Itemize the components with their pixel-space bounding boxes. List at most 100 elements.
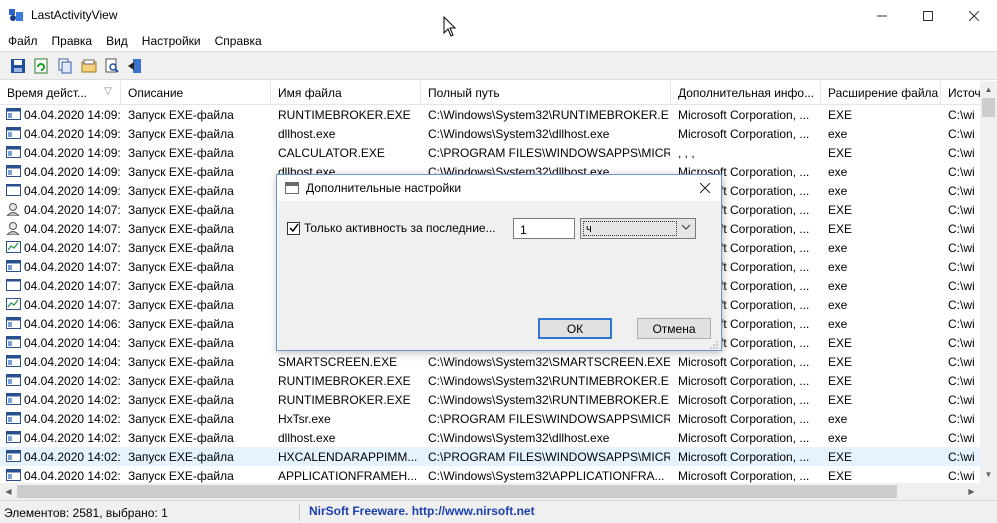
column-header-label: Полный путь (428, 86, 500, 100)
ok-button[interactable]: ОК (538, 318, 612, 339)
nirsoft-link[interactable]: NirSoft Freeware. http://www.nirsoft.net (309, 504, 535, 518)
column-header-source[interactable]: Источ (941, 81, 980, 105)
column-header-extension[interactable]: Расширение файла (821, 81, 941, 105)
cancel-button[interactable]: Отмена (637, 318, 711, 339)
minimize-button[interactable] (859, 0, 905, 31)
cell-src: C:\wi (948, 260, 975, 274)
menu-file[interactable]: Файл (0, 31, 45, 51)
cell-desc: Запуск EXE-файла (128, 241, 234, 255)
cell-time: 04.04.2020 14:06:... (24, 317, 120, 331)
window-icon (6, 127, 21, 139)
menu-help[interactable]: Справка (208, 31, 269, 51)
cell-src: C:\wi (948, 165, 975, 179)
column-header-description[interactable]: Описание (121, 81, 271, 105)
cell-path: C:\PROGRAM FILES\WINDOWSAPPS\MICR... (428, 412, 670, 426)
cell-file: HXCALENDARAPPIMM... (278, 450, 418, 464)
cell-desc: Запуск EXE-файла (128, 146, 234, 160)
table-row[interactable]: 04.04.2020 14:09:... Запуск EXE-файла CALC… (0, 143, 980, 162)
column-header-extra-info[interactable]: Дополнительная инфо... (671, 81, 821, 105)
cell-ext: EXE (828, 146, 853, 160)
table-row[interactable]: 04.04.2020 14:04:... Запуск EXE-файла SMAR… (0, 352, 980, 371)
scroll-corner (980, 483, 997, 500)
cell-src: C:\wi (948, 355, 975, 369)
window-icon (6, 108, 21, 120)
scroll-down-icon[interactable]: ▼ (980, 466, 997, 483)
only-recent-activity-checkbox[interactable]: Только активность за последние... (287, 220, 496, 236)
table-row[interactable]: 04.04.2020 14:02:... Запуск EXE-файла HxTs… (0, 409, 980, 428)
horizontal-scroll-thumb[interactable] (17, 485, 897, 498)
cell-src: C:\wi (948, 108, 975, 122)
title-bar[interactable]: LastActivityView (0, 0, 997, 31)
cell-file: RUNTIMEBROKER.EXE (278, 108, 411, 122)
cell-desc: Запуск EXE-файла (128, 431, 234, 445)
window-icon (6, 165, 21, 177)
app-window: LastActivityView Файл Правка Вид Настрой… (0, 0, 997, 523)
cell-src: C:\wi (948, 450, 975, 464)
maximize-button[interactable] (905, 0, 951, 31)
scroll-up-icon[interactable]: ▲ (980, 81, 997, 98)
vertical-scrollbar[interactable]: ▲ ▼ (980, 81, 997, 483)
cell-src: C:\wi (948, 412, 975, 426)
dialog-window-icon (285, 182, 299, 194)
column-header-label: Расширение файла (828, 86, 939, 100)
vertical-scroll-thumb[interactable] (982, 98, 995, 117)
cell-time: 04.04.2020 14:02:... (24, 374, 120, 388)
checkbox-box[interactable] (287, 221, 300, 235)
menu-options[interactable]: Настройки (135, 31, 208, 51)
cell-desc: Запуск EXE-файла (128, 108, 234, 122)
cell-src: C:\wi (948, 184, 975, 198)
table-row[interactable]: 04.04.2020 14:02:... Запуск EXE-файла RUNT… (0, 371, 980, 390)
cell-info: Microsoft Corporation, ... (678, 127, 810, 141)
window-title: LastActivityView (31, 8, 118, 22)
table-row[interactable]: 04.04.2020 14:02:... Запуск EXE-файла RUNT… (0, 390, 980, 409)
cell-ext: EXE (828, 336, 853, 350)
window-icon (6, 355, 21, 367)
copy-icon (58, 58, 72, 74)
checkmark-icon (288, 223, 299, 233)
find-button[interactable] (102, 56, 122, 76)
scroll-right-icon[interactable]: ▶ (963, 483, 980, 500)
scroll-left-icon[interactable]: ◀ (0, 483, 17, 500)
menu-edit[interactable]: Правка (45, 31, 100, 51)
properties-button[interactable] (79, 56, 99, 76)
menu-view[interactable]: Вид (99, 31, 135, 51)
cell-ext: exe (828, 241, 848, 255)
table-row[interactable]: 04.04.2020 14:02:... Запуск EXE-файла dllh… (0, 428, 980, 447)
window-icon (6, 317, 21, 329)
save-button[interactable] (8, 56, 28, 76)
cell-desc: Запуск EXE-файла (128, 450, 234, 464)
column-header-fullpath[interactable]: Полный путь (421, 81, 671, 105)
close-button[interactable] (951, 0, 997, 31)
refresh-button[interactable] (31, 56, 51, 76)
cell-ext: EXE (828, 450, 853, 464)
cell-time: 04.04.2020 14:07:... (24, 279, 120, 293)
column-header-filename[interactable]: Имя файла (271, 81, 421, 105)
table-row[interactable]: 04.04.2020 14:09:... Запуск EXE-файла RUNT… (0, 105, 980, 124)
dialog-close-button[interactable] (695, 178, 715, 198)
cell-src: C:\wi (948, 222, 975, 236)
mouse-cursor-icon (443, 16, 457, 37)
cell-ext: exe (828, 412, 848, 426)
cell-info: Microsoft Corporation, ... (678, 412, 810, 426)
resize-grip-icon[interactable] (709, 340, 719, 350)
column-header-time[interactable]: Время дейст... ▽ (0, 81, 121, 105)
table-row[interactable]: 04.04.2020 14:09:... Запуск EXE-файла dllh… (0, 124, 980, 143)
table-row[interactable]: 04.04.2020 14:02:... Запуск EXE-файла HXCA… (0, 447, 980, 466)
copy-button[interactable] (55, 56, 75, 76)
cell-time: 04.04.2020 14:09:... (24, 127, 120, 141)
blank-icon (6, 279, 21, 291)
dialog-title-bar[interactable]: Дополнительные настройки (277, 175, 721, 201)
cell-ext: exe (828, 298, 848, 312)
horizontal-scrollbar[interactable]: ◀ ▶ (0, 483, 980, 500)
window-icon (6, 431, 21, 443)
cell-time: 04.04.2020 14:09:... (24, 165, 120, 179)
close-icon (700, 183, 710, 193)
cell-time: 04.04.2020 14:07:... (24, 260, 120, 274)
cell-info: Microsoft Corporation, ... (678, 393, 810, 407)
time-unit-dropdown[interactable]: ч (580, 218, 696, 239)
cell-time: 04.04.2020 14:07:... (24, 241, 120, 255)
time-amount-input[interactable] (513, 218, 575, 239)
cell-desc: Запуск EXE-файла (128, 355, 234, 369)
exit-button[interactable] (125, 56, 145, 76)
status-divider (299, 504, 300, 521)
